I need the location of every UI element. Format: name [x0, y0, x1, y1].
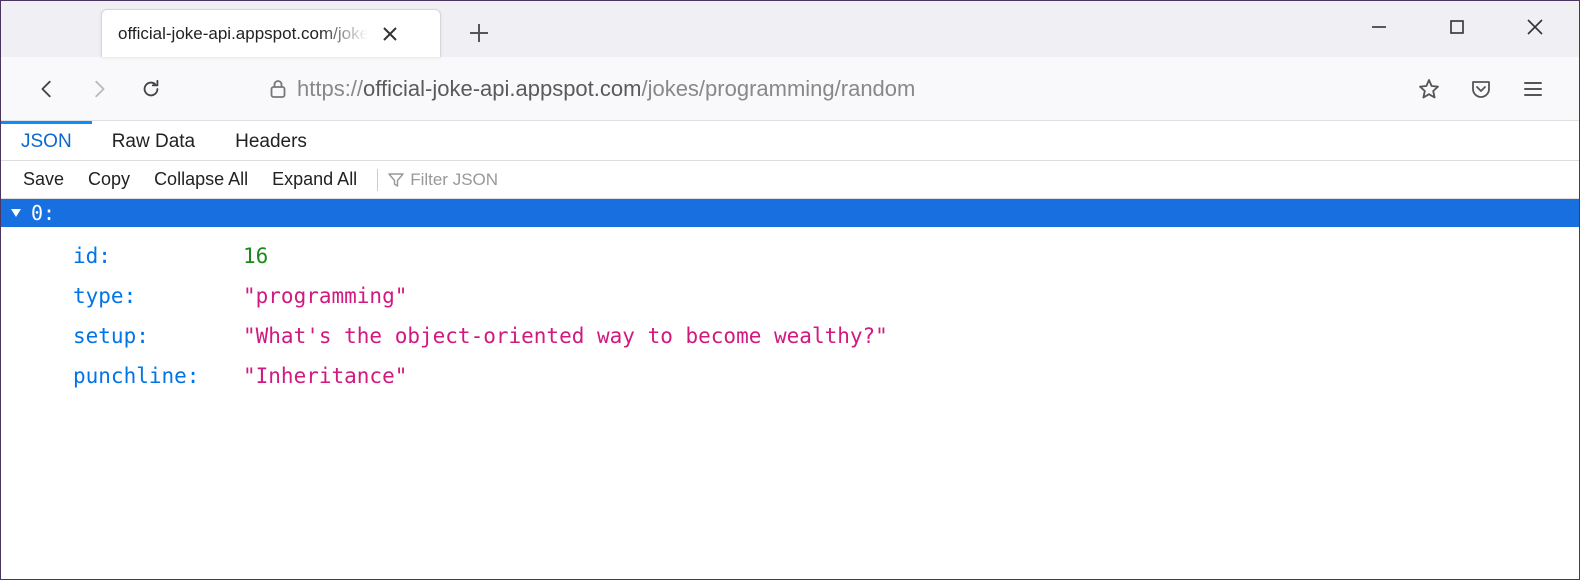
- json-viewer-tabs: JSON Raw Data Headers: [1, 121, 1579, 161]
- filter-json-input[interactable]: [410, 170, 590, 190]
- json-value-string: "What's the object-oriented way to becom…: [243, 317, 888, 357]
- close-window-icon[interactable]: [1515, 7, 1555, 47]
- forward-button[interactable]: [77, 67, 121, 111]
- json-key: setup:: [73, 317, 243, 357]
- json-viewer-toolbar: Save Copy Collapse All Expand All: [1, 161, 1579, 199]
- bookmark-star-icon[interactable]: [1407, 67, 1451, 111]
- url-scheme: https://: [297, 76, 363, 101]
- tab-headers[interactable]: Headers: [215, 121, 327, 160]
- new-tab-button[interactable]: [459, 13, 499, 53]
- json-row-type[interactable]: type: "programming": [73, 277, 1579, 317]
- json-root-row[interactable]: 0:: [1, 199, 1579, 227]
- filter-icon: [388, 172, 404, 188]
- tab-title: official-joke-api.appspot.com/jokes/prog…: [118, 24, 368, 44]
- back-button[interactable]: [25, 67, 69, 111]
- url-path: /jokes/programming/random: [641, 76, 915, 101]
- close-tab-icon[interactable]: [376, 20, 404, 48]
- filter-json-field[interactable]: [388, 170, 590, 190]
- json-row-id[interactable]: id: 16: [73, 237, 1579, 277]
- json-value-number: 16: [243, 237, 268, 277]
- url-host: official-joke-api.appspot.com: [363, 76, 641, 101]
- expand-all-button[interactable]: Expand All: [262, 169, 367, 190]
- url-bar[interactable]: https://official-joke-api.appspot.com/jo…: [255, 67, 1279, 111]
- toolbar-separator: [377, 169, 378, 191]
- json-key: punchline:: [73, 357, 243, 397]
- tab-strip: official-joke-api.appspot.com/jokes/prog…: [1, 1, 1579, 57]
- address-bar-row: https://official-joke-api.appspot.com/jo…: [1, 57, 1579, 121]
- json-key: id:: [73, 237, 243, 277]
- maximize-icon[interactable]: [1437, 7, 1477, 47]
- window-controls: [1359, 7, 1555, 47]
- copy-button[interactable]: Copy: [78, 169, 140, 190]
- tab-json[interactable]: JSON: [1, 121, 92, 160]
- json-key: type:: [73, 277, 243, 317]
- json-row-punchline[interactable]: punchline: "Inheritance": [73, 357, 1579, 397]
- json-row-setup[interactable]: setup: "What's the object-oriented way t…: [73, 317, 1579, 357]
- tab-raw-data[interactable]: Raw Data: [92, 121, 215, 160]
- json-body: id: 16 type: "programming" setup: "What'…: [1, 227, 1579, 407]
- pocket-icon[interactable]: [1459, 67, 1503, 111]
- hamburger-menu-icon[interactable]: [1511, 67, 1555, 111]
- minimize-icon[interactable]: [1359, 7, 1399, 47]
- json-root-index: 0:: [31, 201, 55, 225]
- url-text: https://official-joke-api.appspot.com/jo…: [297, 76, 915, 102]
- lock-icon: [269, 79, 287, 99]
- collapse-all-button[interactable]: Collapse All: [144, 169, 258, 190]
- browser-tab[interactable]: official-joke-api.appspot.com/jokes/prog…: [101, 9, 441, 57]
- json-value-string: "programming": [243, 277, 407, 317]
- caret-down-icon: [11, 209, 21, 217]
- save-button[interactable]: Save: [13, 169, 74, 190]
- reload-button[interactable]: [129, 67, 173, 111]
- json-value-string: "Inheritance": [243, 357, 407, 397]
